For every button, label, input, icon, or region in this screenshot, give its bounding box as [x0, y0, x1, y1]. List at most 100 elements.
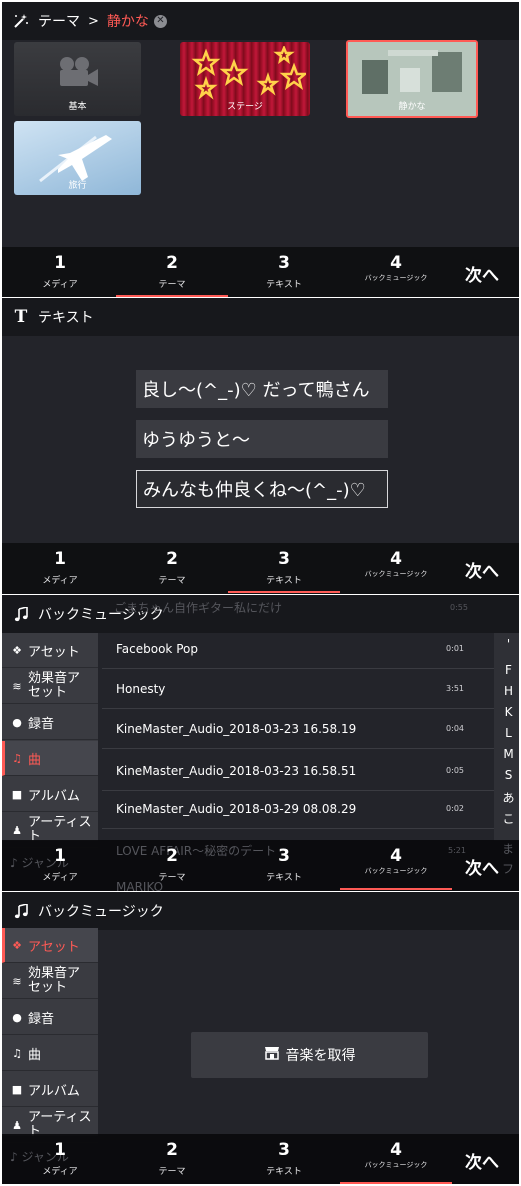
next-button[interactable]: 次へ — [445, 1134, 519, 1184]
music-note-icon: ♫ — [12, 751, 22, 765]
track-row[interactable]: KineMaster_Audio_2018-03-23 16.58.51 0:05 — [102, 751, 494, 791]
index-letter[interactable]: ' — [498, 637, 519, 651]
index-letter[interactable]: K — [498, 705, 519, 719]
step-nav: ♪ ジャンル LOVE AFFAIR〜秘密のデート 5:21 MARIKO ま … — [2, 840, 519, 891]
nav-media[interactable]: 1 メディア — [4, 1134, 116, 1184]
track-row[interactable]: KineMaster_Audio_2018-03-29 08.08.29 0:02 — [102, 789, 494, 829]
text-header: T テキスト — [2, 298, 519, 336]
theme-label: 基本 — [68, 102, 87, 112]
text-field-3[interactable]: みんなも仲良くね〜(^_-)♡ — [136, 470, 388, 508]
category-recording[interactable]: ● 録音 — [2, 705, 98, 740]
theme-travel[interactable]: 旅行 — [14, 121, 141, 195]
breadcrumb-chevron-icon: > — [88, 13, 99, 29]
sound-wave-icon: ≋ — [12, 974, 22, 988]
next-button[interactable]: 次へ — [445, 543, 519, 594]
theme-label: 静かな — [398, 102, 426, 112]
asset-icon: ❖ — [12, 938, 22, 952]
category-songs[interactable]: ♫ 曲 — [2, 1036, 98, 1071]
album-icon: ■ — [11, 1082, 23, 1096]
category-recording[interactable]: ● 録音 — [2, 1000, 98, 1035]
music-asset-panel: バックミュージック ❖ アセット ≋ 効果音アセット ● 録音 ♫ 曲 ■ アルバム ♟ ア… — [2, 892, 519, 1184]
stars-icon — [191, 46, 306, 100]
person-icon: ♟ — [12, 823, 22, 837]
music-header: バックミュージック — [2, 892, 519, 930]
music-panel: バックミュージック ごまちゃん自作ギター私にだけ 0:55 ❖ アセット ≋ 効果音… — [2, 595, 519, 891]
ghost-track-top-duration: 0:55 — [450, 603, 468, 612]
active-indicator — [228, 591, 340, 593]
microphone-icon: ● — [12, 715, 22, 729]
index-letter[interactable]: L — [498, 726, 519, 740]
nav-media[interactable]: 1 メディア — [4, 247, 116, 297]
index-letter[interactable]: こ — [498, 810, 519, 827]
category-asset[interactable]: ❖ アセット — [2, 633, 98, 668]
nav-theme[interactable]: 2 テーマ — [116, 247, 228, 297]
next-button[interactable]: 次へ — [445, 247, 519, 297]
theme-panel: テーマ > 静かな ✕ 基本 ステージ 静かな 旅行 1 メディア 2 テーマ … — [2, 2, 519, 297]
next-button[interactable]: 次へ — [445, 840, 519, 891]
nav-text[interactable]: 3 テキスト — [228, 543, 340, 594]
store-icon — [264, 1046, 280, 1064]
person-icon: ♟ — [12, 1118, 22, 1132]
theme-label: 旅行 — [68, 181, 87, 191]
music-note-icon — [12, 902, 30, 920]
theme-stage[interactable]: ステージ — [180, 42, 310, 116]
nav-text[interactable]: 3 テキスト — [228, 1134, 340, 1184]
ghost-track-top: ごまちゃん自作ギター私にだけ — [114, 601, 283, 615]
movie-camera-icon — [60, 57, 98, 86]
nav-theme[interactable]: 2 テーマ — [116, 840, 228, 891]
magic-wand-icon — [12, 12, 30, 30]
alpha-index[interactable]: ' F H K L M S あ こ — [494, 633, 519, 841]
index-letter[interactable]: F — [498, 663, 519, 677]
active-indicator — [116, 295, 228, 297]
category-songs[interactable]: ♫ 曲 — [2, 741, 98, 776]
get-music-button[interactable]: 音楽を取得 — [191, 1032, 428, 1078]
header-title: バックミュージック — [38, 904, 164, 920]
track-row[interactable]: Honesty 3:51 — [102, 669, 494, 709]
category-asset[interactable]: ❖ アセット — [2, 928, 98, 963]
category-sidebar: ❖ アセット ≋ 効果音アセット ● 録音 ♫ 曲 ■ アルバム ♟ アーティスト — [2, 928, 98, 1143]
nav-music[interactable]: 4 バックミュージック — [340, 840, 452, 891]
step-nav: 1 メディア 2 テーマ 3 テキスト 4 バックミュージック 次へ — [2, 543, 519, 594]
index-letter[interactable]: M — [498, 747, 519, 761]
music-note-icon — [12, 605, 30, 623]
text-field-2[interactable]: ゆうゆうと〜 — [136, 420, 388, 458]
category-sidebar: ❖ アセット ≋ 効果音アセット ● 録音 ♫ 曲 ■ アルバム ♟ アーティスト — [2, 633, 98, 848]
nav-theme[interactable]: 2 テーマ — [116, 1134, 228, 1184]
breadcrumb-current: 静かな — [106, 14, 149, 30]
step-nav: ♪ ジャンル 1 メディア 2 テーマ 3 テキスト 4 バックミュージック 次へ — [2, 1134, 519, 1184]
nav-music[interactable]: 4 バックミュージック — [340, 543, 452, 594]
sound-wave-icon: ≋ — [12, 679, 22, 693]
track-row[interactable]: KineMaster_Audio_2018-03-23 16.58.19 0:04 — [102, 709, 494, 749]
category-sound-effects[interactable]: ≋ 効果音アセット — [2, 669, 98, 704]
nav-text[interactable]: 3 テキスト — [228, 840, 340, 891]
theme-header: テーマ > 静かな ✕ — [2, 2, 519, 40]
album-icon: ■ — [11, 787, 23, 801]
asset-icon: ❖ — [12, 643, 22, 657]
category-album[interactable]: ■ アルバム — [2, 1072, 98, 1107]
index-letter[interactable]: あ — [498, 789, 519, 806]
active-indicator — [340, 1182, 452, 1184]
theme-basic[interactable]: 基本 — [14, 42, 141, 116]
index-letter[interactable]: S — [498, 768, 519, 782]
header-title: テキスト — [38, 310, 94, 326]
track-row[interactable]: Facebook Pop 0:01 — [102, 629, 494, 669]
music-note-icon: ♫ — [12, 1046, 22, 1060]
text-field-1[interactable]: 良し〜(^_-)♡ だって鴨さん — [136, 370, 388, 408]
text-t-icon: T — [14, 307, 28, 327]
category-sound-effects[interactable]: ≋ 効果音アセット — [2, 964, 98, 999]
theme-label: ステージ — [227, 102, 263, 112]
nav-theme[interactable]: 2 テーマ — [116, 543, 228, 594]
nav-music[interactable]: 4 バックミュージック — [340, 247, 452, 297]
active-indicator — [340, 888, 452, 890]
category-album[interactable]: ■ アルバム — [2, 777, 98, 812]
index-letter[interactable]: H — [498, 684, 519, 698]
theme-quiet-selected[interactable]: 静かな — [346, 40, 478, 118]
nav-music[interactable]: 4 バックミュージック — [340, 1134, 452, 1184]
clear-selection-icon[interactable]: ✕ — [153, 14, 167, 28]
step-nav: 1 メディア 2 テーマ 3 テキスト 4 バックミュージック 次へ — [2, 247, 519, 297]
nav-text[interactable]: 3 テキスト — [228, 247, 340, 297]
nav-media[interactable]: 1 メディア — [4, 840, 116, 891]
nav-media[interactable]: 1 メディア — [4, 543, 116, 594]
header-title: テーマ — [38, 14, 80, 30]
text-panel: T テキスト 良し〜(^_-)♡ だって鴨さん ゆうゆうと〜 みんなも仲良くね〜… — [2, 298, 519, 594]
